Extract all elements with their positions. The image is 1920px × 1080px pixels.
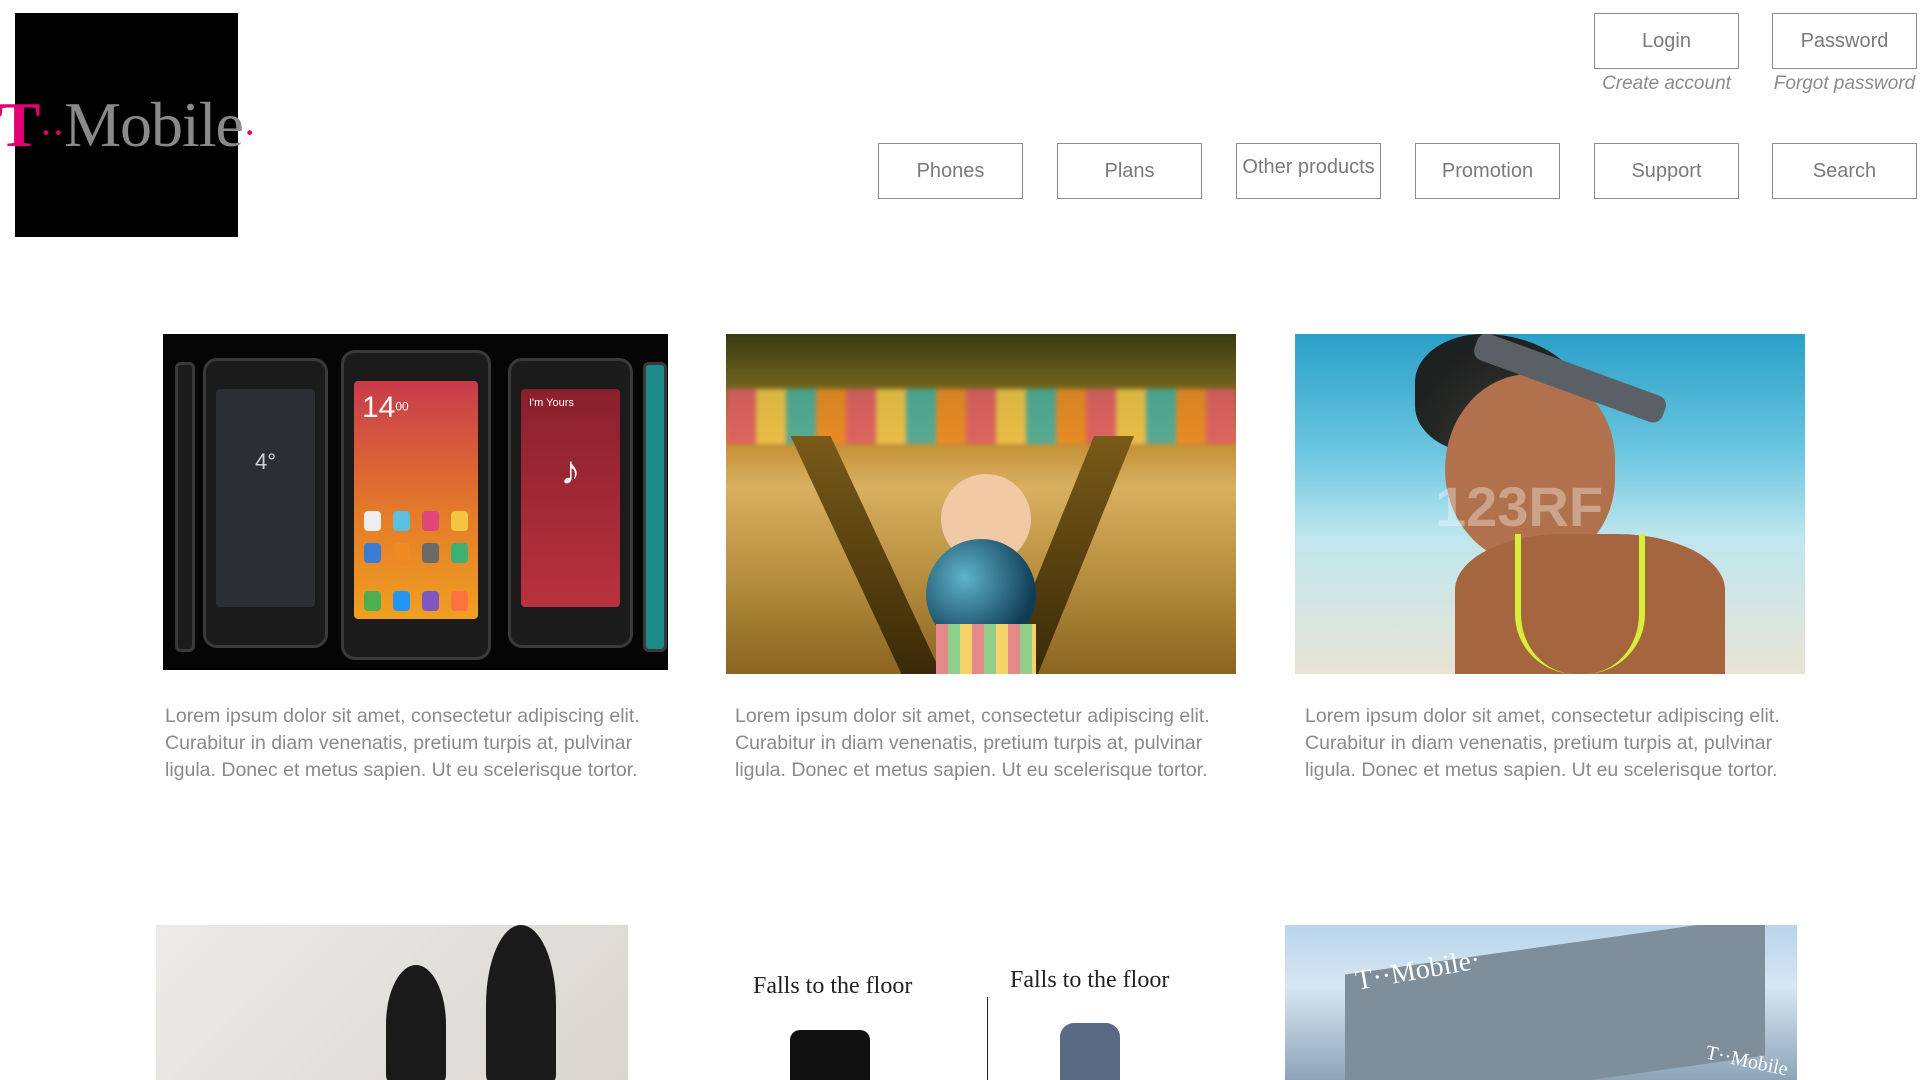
- nav-other-products[interactable]: Other products: [1236, 143, 1381, 199]
- phone-center: 1400: [341, 350, 491, 660]
- clock-minutes: 00: [395, 399, 409, 414]
- phone-center-screen: 1400: [354, 381, 478, 619]
- logo-dots: ··: [39, 110, 65, 155]
- bowling-image[interactable]: [726, 334, 1236, 674]
- clock-hours: 14: [362, 391, 396, 424]
- nav-support[interactable]: Support: [1594, 143, 1739, 199]
- forgot-password-link[interactable]: Forgot password: [1766, 73, 1920, 95]
- runner-image[interactable]: 123RF: [1295, 334, 1805, 674]
- phone-left: 4°: [203, 358, 328, 648]
- tmobile-logo[interactable]: T··Mobile·: [0, 13, 256, 237]
- card-1-text: Lorem ipsum dolor sit amet, consectetur …: [165, 705, 640, 781]
- phone-edge-left: [175, 362, 195, 652]
- tmobile-building-image[interactable]: T··Mobile· T··Mobile: [1285, 925, 1797, 1080]
- logo-mobile: Mobile: [64, 89, 244, 160]
- nav-promotion[interactable]: Promotion: [1415, 143, 1560, 199]
- music-note-icon: ♪: [560, 449, 581, 493]
- falls-image[interactable]: Falls to the floor Falls to the floor: [735, 925, 1205, 1080]
- app-grid: [364, 511, 468, 563]
- login-button[interactable]: Login: [1594, 13, 1739, 69]
- phone-right: I'm Yours ♪: [508, 358, 633, 648]
- phones-image[interactable]: 4° 1400 I'm Yours ♪: [163, 334, 668, 670]
- song-title: I'm Yours: [529, 397, 574, 409]
- password-button[interactable]: Password: [1772, 13, 1917, 69]
- iphone-icon: [790, 1030, 870, 1080]
- create-account-link[interactable]: Create account: [1594, 73, 1739, 95]
- nokia-phone-icon: [1060, 1023, 1120, 1080]
- phone-edge-right: [643, 362, 667, 652]
- child-dress: [936, 624, 1036, 674]
- phone-left-screen: 4°: [216, 389, 315, 607]
- logo-dot-end: ·: [242, 110, 256, 155]
- weather-text: 4°: [254, 449, 277, 474]
- dock: [364, 591, 468, 611]
- shadow-figures-image[interactable]: [156, 925, 628, 1080]
- sports-top: [1515, 534, 1645, 674]
- logo-t: T: [0, 89, 40, 160]
- watermark: 123RF: [1435, 475, 1604, 538]
- silhouette-right: [486, 925, 556, 1080]
- nav-plans[interactable]: Plans: [1057, 143, 1202, 199]
- lane-divider: [790, 436, 942, 674]
- falls-caption-right: Falls to the floor: [1010, 967, 1170, 993]
- nav-search[interactable]: Search: [1772, 143, 1917, 199]
- phone-right-screen: I'm Yours ♪: [521, 389, 620, 607]
- card-3-text: Lorem ipsum dolor sit amet, consectetur …: [1305, 705, 1780, 781]
- logo-wordmark: T··Mobile·: [0, 88, 256, 162]
- nav-phones[interactable]: Phones: [878, 143, 1023, 199]
- falls-caption-left: Falls to the floor: [753, 973, 913, 999]
- building: [1345, 925, 1765, 1080]
- card-2-text: Lorem ipsum dolor sit amet, consectetur …: [735, 705, 1210, 781]
- divider: [987, 997, 988, 1080]
- silhouette-left: [386, 965, 446, 1080]
